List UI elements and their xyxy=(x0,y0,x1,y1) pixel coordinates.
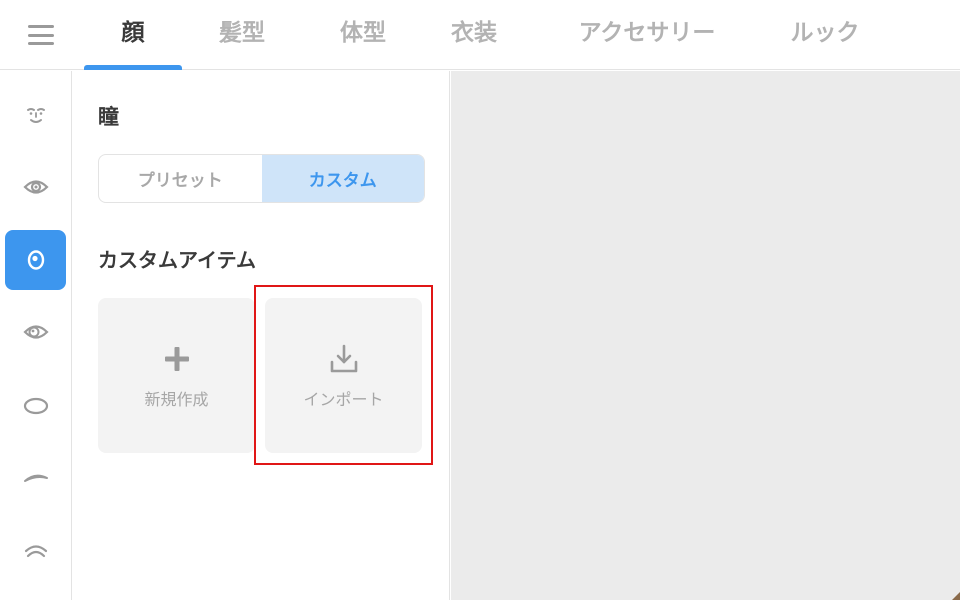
tab-look[interactable]: ルック xyxy=(770,0,880,70)
preset-custom-toggle: プリセット カスタム xyxy=(98,154,425,203)
preview-edge xyxy=(952,592,960,600)
eye-shape-icon xyxy=(23,397,48,415)
pupil-icon xyxy=(27,250,44,270)
eyelash-icon xyxy=(24,545,47,558)
tab-accessory[interactable]: アクセサリー xyxy=(554,0,740,70)
sidebar-item-eye-white[interactable] xyxy=(5,302,66,362)
panel-title: 瞳 xyxy=(98,105,119,129)
sidebar-item-eyebrow[interactable] xyxy=(5,448,66,508)
hamburger-icon[interactable] xyxy=(22,20,60,50)
sidebar-item-face[interactable] xyxy=(5,85,66,145)
tab-body[interactable]: 体型 xyxy=(302,0,424,70)
import-button[interactable]: インポート xyxy=(265,298,422,453)
tab-outfit[interactable]: 衣装 xyxy=(424,0,524,70)
eyebrow-icon xyxy=(23,474,48,482)
custom-items-heading: カスタムアイテム xyxy=(98,248,256,272)
pupil-settings-panel: 瞳 プリセット カスタム カスタムアイテム 新規作成 インポート xyxy=(73,71,450,600)
new-item-label: 新規作成 xyxy=(144,389,209,409)
avatar-preview[interactable] xyxy=(451,71,960,600)
import-label: インポート xyxy=(303,389,384,409)
new-item-button[interactable]: 新規作成 xyxy=(98,298,255,453)
preset-segment-button[interactable]: プリセット xyxy=(99,155,262,202)
category-tabs: 顔 髪型 体型 衣装 アクセサリー ルック xyxy=(84,0,880,70)
top-bar: 顔 髪型 体型 衣装 アクセサリー ルック xyxy=(0,0,960,70)
custom-segment-button[interactable]: カスタム xyxy=(261,155,424,202)
eye-white-icon xyxy=(22,325,49,339)
sidebar-item-eye[interactable] xyxy=(5,157,66,217)
tab-hairstyle[interactable]: 髪型 xyxy=(182,0,302,70)
face-parts-sidebar xyxy=(0,71,72,600)
face-icon xyxy=(26,108,45,123)
sidebar-item-eye-shape[interactable] xyxy=(5,376,66,436)
tab-face[interactable]: 顔 xyxy=(84,0,182,70)
sidebar-item-eyelash[interactable] xyxy=(5,521,66,581)
plus-icon xyxy=(164,346,189,371)
sidebar-item-pupil[interactable] xyxy=(5,230,66,290)
eye-icon xyxy=(22,180,49,194)
import-icon xyxy=(330,344,357,372)
